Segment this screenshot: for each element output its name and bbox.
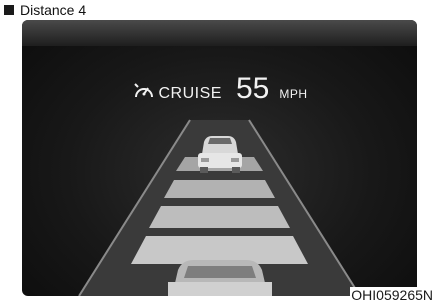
- caption-square-icon: [4, 5, 14, 15]
- figure: Distance 4 CRUISE 55 MPH OHI059265N: [0, 0, 438, 304]
- figure-code: OHI059265N: [350, 287, 434, 303]
- lead-vehicle-icon: [198, 136, 242, 173]
- distance-bar-4: [131, 236, 308, 264]
- cruise-control-icon: [132, 81, 156, 101]
- cluster-display: CRUISE 55 MPH: [22, 20, 417, 296]
- cruise-status-row: CRUISE 55 MPH: [22, 72, 417, 112]
- distance-bar-2: [164, 180, 275, 198]
- cruise-label: CRUISE: [158, 85, 222, 102]
- distance-bar-3: [149, 206, 290, 228]
- own-vehicle-icon: [168, 260, 272, 296]
- distance-road-graphic: [78, 119, 361, 296]
- caption-label: Distance 4: [20, 2, 87, 18]
- set-speed-value: 55: [235, 72, 270, 105]
- speed-unit: MPH: [279, 87, 308, 101]
- caption: Distance 4: [4, 2, 86, 18]
